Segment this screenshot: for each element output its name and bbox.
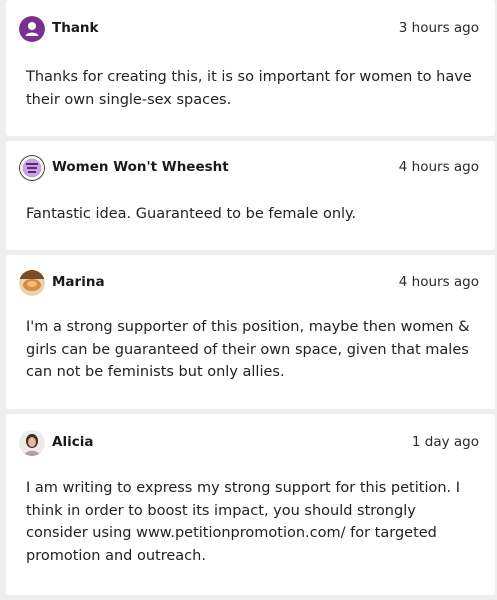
comment-card: Women Won't Wheesht 4 hours ago Fantasti… [6, 141, 495, 250]
comment-timestamp: 4 hours ago [398, 159, 479, 175]
comment-timestamp: 3 hours ago [398, 20, 479, 36]
comment-card: Thank 3 hours ago Thanks for creating th… [6, 0, 495, 136]
comment-author[interactable]: Marina [52, 274, 105, 290]
comment-timestamp: 4 hours ago [398, 274, 479, 290]
photo-avatar[interactable] [19, 430, 45, 456]
photo-avatar[interactable] [19, 270, 45, 296]
comment-text: I am writing to express my strong suppor… [26, 480, 461, 564]
group-logo-avatar[interactable] [19, 155, 45, 181]
comment-text: Thanks for creating this, it is so impor… [26, 69, 472, 108]
comment-header: Women Won't Wheesht 4 hours ago [19, 155, 479, 181]
comment-text: Fantastic idea. Guaranteed to be female … [26, 206, 357, 222]
default-user-icon[interactable] [19, 16, 45, 42]
comment-author[interactable]: Alicia [52, 434, 93, 450]
comment-header: Alicia 1 day ago [19, 430, 479, 456]
comment-author[interactable]: Thank [52, 20, 99, 36]
comment-timestamp: 1 day ago [411, 434, 479, 450]
comment-text: I'm a strong supporter of this position,… [26, 319, 470, 380]
comment-header: Marina 4 hours ago [19, 270, 479, 296]
comment-author[interactable]: Women Won't Wheesht [52, 159, 229, 175]
comment-feed: Thank 3 hours ago Thanks for creating th… [0, 0, 497, 600]
comment-card: Alicia 1 day ago I am writing to express… [6, 414, 495, 595]
comment-card: Marina 4 hours ago I'm a strong supporte… [6, 255, 495, 409]
comment-header: Thank 3 hours ago [19, 16, 479, 42]
